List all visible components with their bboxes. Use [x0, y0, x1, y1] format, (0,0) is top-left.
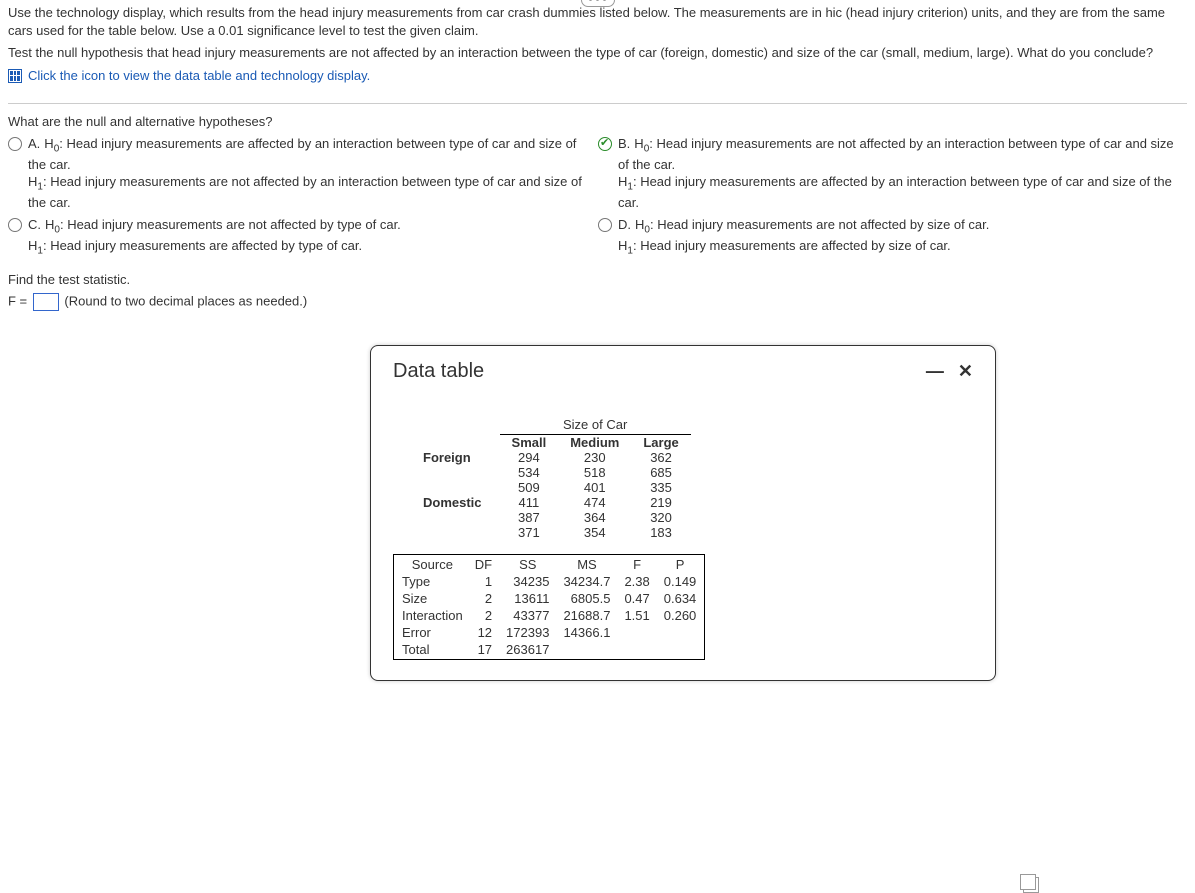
anova-table: SourceDFSSMSFP Type13423534234.72.380.14…	[393, 554, 705, 660]
option-D-h1: Head injury measurements are affected by…	[640, 238, 950, 253]
radio-A[interactable]	[8, 137, 22, 151]
row-foreign: Foreign	[411, 450, 500, 465]
view-data-link-label: Click the icon to view the data table an…	[28, 67, 370, 85]
intro-paragraph-1: Use the technology display, which result…	[8, 4, 1187, 40]
view-data-link[interactable]: Click the icon to view the data table an…	[8, 67, 1187, 85]
option-A-h0: Head injury measurements are affected by…	[28, 136, 576, 172]
option-A-h1: Head injury measurements are not affecte…	[28, 174, 582, 210]
option-B[interactable]: B.H0: Head injury measurements are not a…	[598, 135, 1188, 212]
f-hint: (Round to two decimal places as needed.)	[64, 294, 307, 309]
data-table-modal: Data table — ✕ Size of Car SmallMediumLa…	[370, 345, 996, 681]
radio-B[interactable]	[598, 137, 612, 151]
radio-D[interactable]	[598, 218, 612, 232]
minimize-icon[interactable]: —	[926, 361, 944, 382]
option-B-h1: Head injury measurements are affected by…	[618, 174, 1172, 210]
col-small: Small	[500, 435, 559, 451]
row-domestic: Domestic	[411, 495, 500, 510]
radio-C[interactable]	[8, 218, 22, 232]
f-prefix: F =	[8, 294, 27, 309]
f-input[interactable]	[33, 293, 59, 311]
close-icon[interactable]: ✕	[958, 361, 973, 382]
option-A[interactable]: A.H0: Head injury measurements are affec…	[8, 135, 588, 212]
option-B-h0: Head injury measurements are not affecte…	[618, 136, 1174, 172]
option-C[interactable]: C.H0: Head injury measurements are not a…	[8, 216, 588, 258]
modal-title: Data table	[393, 360, 484, 383]
option-D[interactable]: D.H0: Head injury measurements are not a…	[598, 216, 1188, 258]
raw-data-table: Size of Car SmallMediumLarge Foreign2942…	[411, 417, 973, 540]
copy-icon[interactable]	[1023, 877, 1039, 893]
intro-paragraph-2: Test the null hypothesis that head injur…	[8, 44, 1187, 62]
find-statistic-label: Find the test statistic.	[8, 272, 1187, 287]
table-icon	[8, 69, 22, 83]
col-large: Large	[631, 435, 690, 451]
option-C-h0: Head injury measurements are not affecte…	[67, 217, 401, 232]
size-header: Size of Car	[500, 417, 691, 435]
question-hypotheses: What are the null and alternative hypoth…	[8, 114, 1187, 129]
col-medium: Medium	[558, 435, 631, 451]
option-C-h1: Head injury measurements are affected by…	[50, 238, 362, 253]
option-D-h0: Head injury measurements are not affecte…	[657, 217, 989, 232]
